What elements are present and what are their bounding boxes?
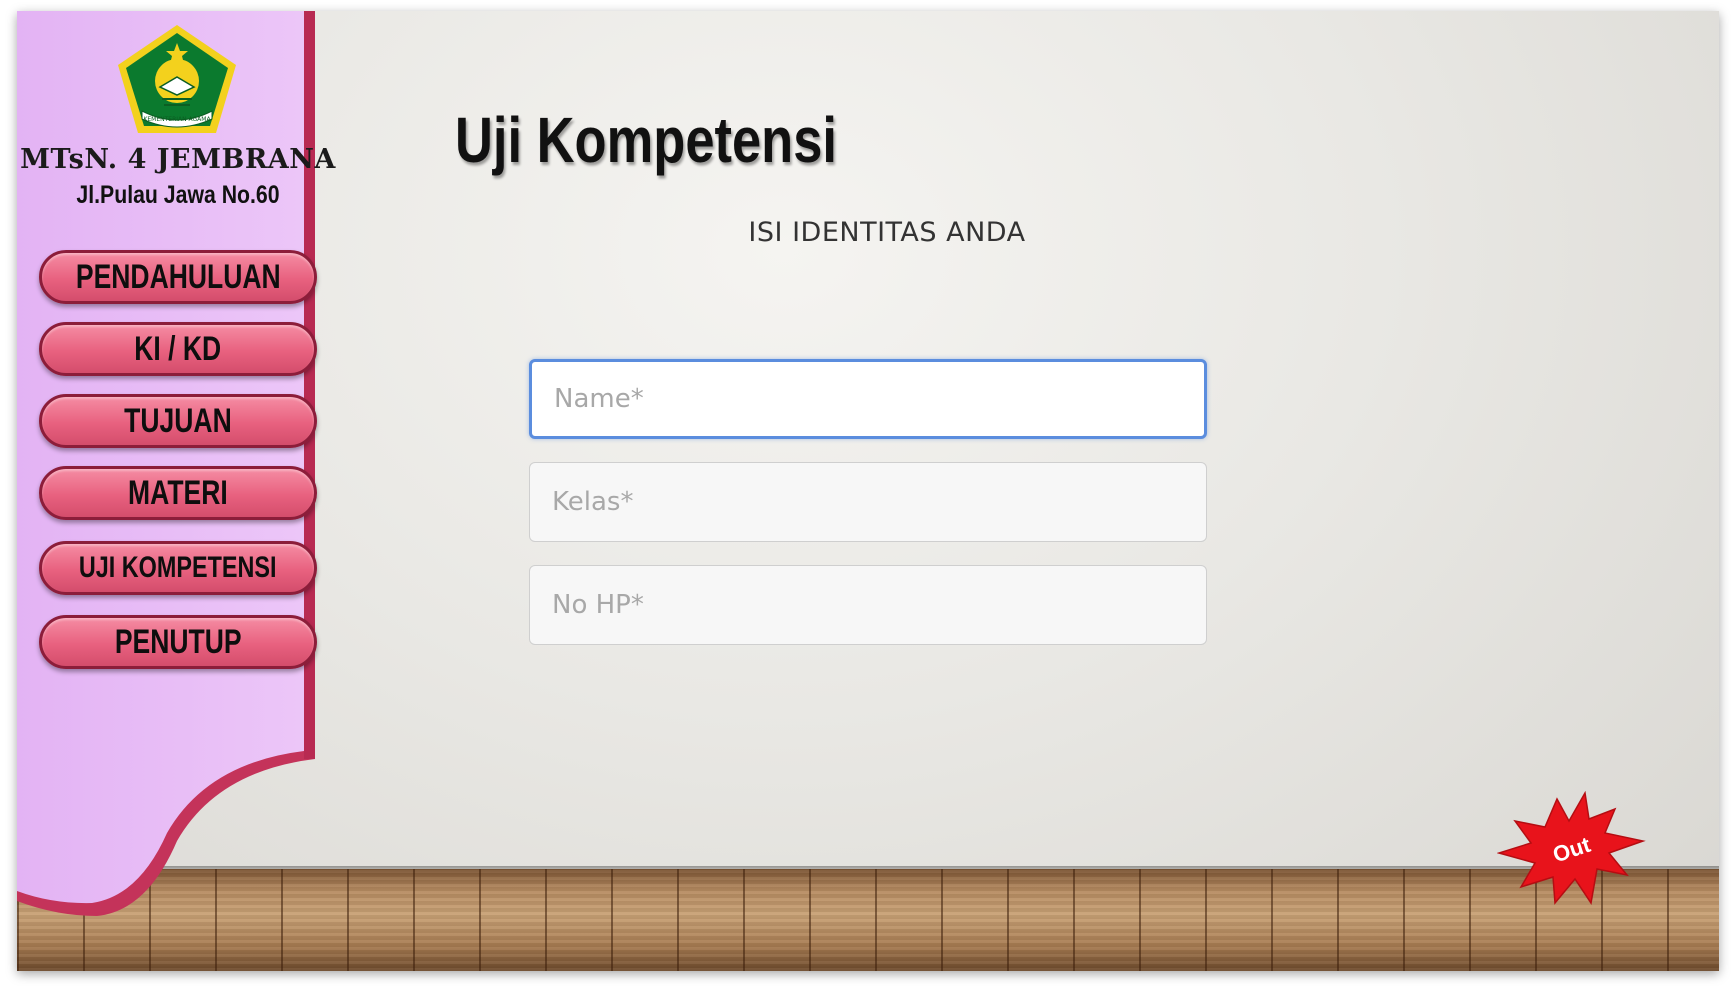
slide: KEMENTERIAN AGAMA MTsN. 4 JEMBRANA Jl.Pu… <box>17 11 1719 971</box>
out-button[interactable]: Out <box>1497 791 1647 907</box>
name-input[interactable] <box>529 359 1207 439</box>
nav-button-tujuan[interactable]: TUJUAN <box>39 394 317 448</box>
no-hp-input[interactable] <box>529 565 1207 645</box>
nav-button-materi[interactable]: MATERI <box>39 466 317 520</box>
nav-label: PENDAHULUAN <box>75 257 281 296</box>
page-title: Uji Kompetensi <box>455 104 837 176</box>
nav-label: MATERI <box>128 473 228 512</box>
nav-button-penutup[interactable]: PENUTUP <box>39 615 317 669</box>
nav-button-uji-kompetensi[interactable]: UJI KOMPETENSI <box>39 541 317 595</box>
svg-text:KEMENTERIAN AGAMA: KEMENTERIAN AGAMA <box>143 116 211 123</box>
nav-label: PENUTUP <box>114 622 242 661</box>
nav-button-ki-kd[interactable]: KI / KD <box>39 322 317 376</box>
school-logo: KEMENTERIAN AGAMA <box>118 25 236 133</box>
nav-label: TUJUAN <box>124 401 232 440</box>
school-name: MTsN. 4 JEMBRANA <box>20 144 336 175</box>
nav-label: UJI KOMPETENSI <box>79 551 277 584</box>
form-subtitle: ISI IDENTITAS ANDA <box>748 217 1026 248</box>
kelas-input[interactable] <box>529 462 1207 542</box>
nav-label: KI / KD <box>134 329 222 368</box>
nav-button-pendahuluan[interactable]: PENDAHULUAN <box>39 250 317 304</box>
school-address: Jl.Pulau Jawa No.60 <box>76 181 280 209</box>
